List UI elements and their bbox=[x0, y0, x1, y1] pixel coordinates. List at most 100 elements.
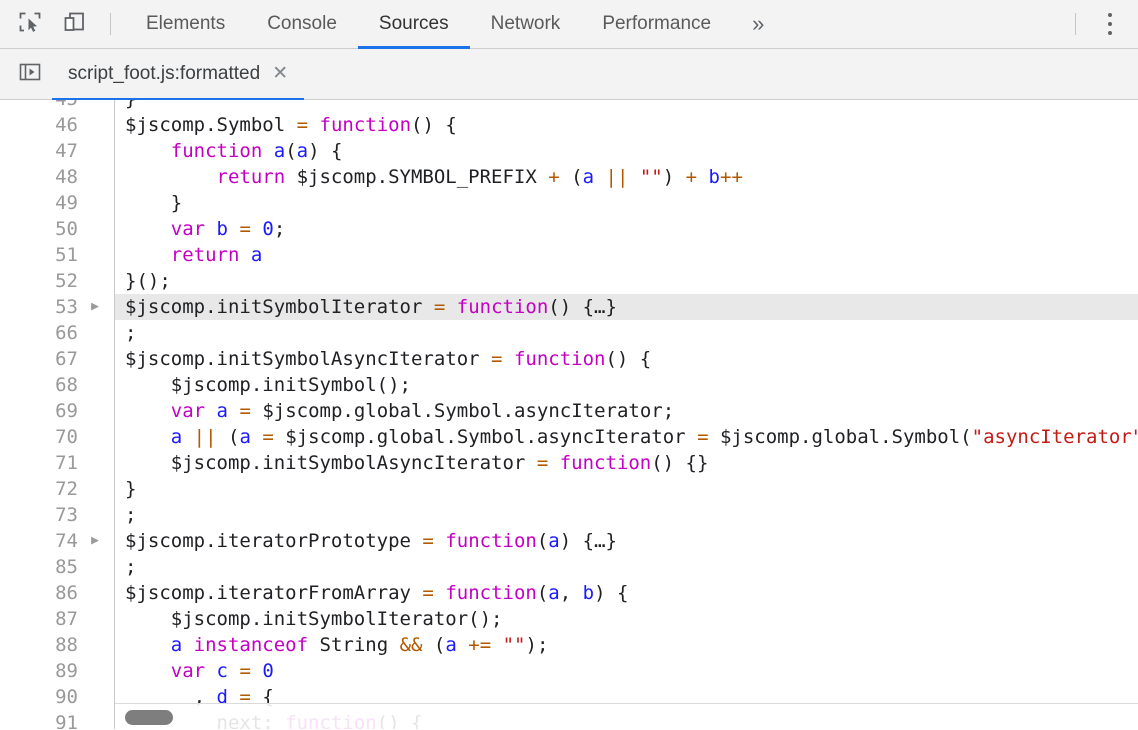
horizontal-scrollbar-thumb[interactable] bbox=[125, 710, 173, 725]
code-token: c bbox=[217, 660, 228, 682]
code-text: $jscomp.iteratorFromArray = function(a, … bbox=[114, 580, 1138, 606]
tab-sources[interactable]: Sources bbox=[358, 0, 470, 49]
code-line[interactable]: 72} bbox=[0, 476, 1138, 502]
line-gutter[interactable]: 87 bbox=[0, 606, 114, 632]
code-token bbox=[548, 452, 559, 474]
line-number: 87 bbox=[0, 606, 78, 632]
line-gutter[interactable]: 70 bbox=[0, 424, 114, 450]
code-text: $jscomp.Symbol = function() { bbox=[114, 112, 1138, 138]
device-toolbar-button[interactable] bbox=[52, 2, 96, 46]
code-text: a || (a = $jscomp.global.Symbol.asyncIte… bbox=[114, 424, 1138, 450]
code-token: () { bbox=[411, 114, 457, 136]
code-line[interactable]: 50 var b = 0; bbox=[0, 216, 1138, 242]
code-text: $jscomp.iteratorPrototype = function(a) … bbox=[114, 528, 1138, 554]
inspect-element-button[interactable] bbox=[8, 2, 52, 46]
code-line[interactable]: 53▶$jscomp.initSymbolIterator = function… bbox=[0, 294, 1138, 320]
code-text: return a bbox=[114, 242, 1138, 268]
code-line[interactable]: 52}(); bbox=[0, 268, 1138, 294]
code-line[interactable]: 89 var c = 0 bbox=[0, 658, 1138, 684]
line-gutter[interactable]: 69 bbox=[0, 398, 114, 424]
line-gutter[interactable]: 47 bbox=[0, 138, 114, 164]
code-token: function bbox=[514, 348, 606, 370]
line-gutter[interactable]: 72 bbox=[0, 476, 114, 502]
toolbar-divider-right bbox=[1075, 13, 1076, 35]
code-line[interactable]: 67$jscomp.initSymbolAsyncIterator = func… bbox=[0, 346, 1138, 372]
source-code-editor[interactable]: 45}46$jscomp.Symbol = function() {47 fun… bbox=[0, 100, 1138, 729]
code-token: ; bbox=[274, 218, 285, 240]
line-gutter[interactable]: 53▶ bbox=[0, 294, 114, 320]
horizontal-scrollbar[interactable] bbox=[115, 703, 1138, 729]
code-line[interactable]: 85; bbox=[0, 554, 1138, 580]
code-line[interactable]: 70 a || (a = $jscomp.global.Symbol.async… bbox=[0, 424, 1138, 450]
line-gutter[interactable]: 51 bbox=[0, 242, 114, 268]
code-token: a bbox=[217, 400, 228, 422]
line-gutter[interactable]: 49 bbox=[0, 190, 114, 216]
code-line[interactable]: 48 return $jscomp.SYMBOL_PREFIX + (a || … bbox=[0, 164, 1138, 190]
code-token: = bbox=[262, 426, 273, 448]
line-gutter[interactable]: 89 bbox=[0, 658, 114, 684]
code-line[interactable]: 68 $jscomp.initSymbol(); bbox=[0, 372, 1138, 398]
code-line[interactable]: 69 var a = $jscomp.global.Symbol.asyncIt… bbox=[0, 398, 1138, 424]
code-line[interactable]: 71 $jscomp.initSymbolAsyncIterator = fun… bbox=[0, 450, 1138, 476]
close-icon[interactable]: ✕ bbox=[272, 64, 288, 83]
code-token: a bbox=[274, 140, 285, 162]
code-token: , bbox=[560, 582, 583, 604]
line-number: 69 bbox=[0, 398, 78, 424]
line-number: 70 bbox=[0, 424, 78, 450]
line-number: 71 bbox=[0, 450, 78, 476]
code-token: return bbox=[171, 244, 240, 266]
code-line[interactable]: 51 return a bbox=[0, 242, 1138, 268]
tab-elements[interactable]: Elements bbox=[125, 0, 246, 49]
line-gutter[interactable]: 73 bbox=[0, 502, 114, 528]
line-number: 66 bbox=[0, 320, 78, 346]
line-gutter[interactable]: 90 bbox=[0, 684, 114, 710]
line-gutter[interactable]: 48 bbox=[0, 164, 114, 190]
code-token: = bbox=[434, 296, 445, 318]
line-gutter[interactable]: 46 bbox=[0, 112, 114, 138]
line-number: 86 bbox=[0, 580, 78, 606]
tab-performance[interactable]: Performance bbox=[581, 0, 732, 49]
show-navigator-button[interactable] bbox=[8, 49, 52, 99]
line-gutter[interactable]: 50 bbox=[0, 216, 114, 242]
code-line[interactable]: 45} bbox=[0, 100, 1138, 112]
code-line[interactable]: 87 $jscomp.initSymbolIterator(); bbox=[0, 606, 1138, 632]
line-gutter[interactable]: 85 bbox=[0, 554, 114, 580]
code-line[interactable]: 74▶$jscomp.iteratorPrototype = function(… bbox=[0, 528, 1138, 554]
expand-arrow-icon[interactable]: ▶ bbox=[78, 528, 112, 554]
file-tab-script-foot[interactable]: script_foot.js:formatted ✕ bbox=[52, 49, 304, 100]
code-line[interactable]: 66; bbox=[0, 320, 1138, 346]
code-token bbox=[434, 582, 445, 604]
line-gutter[interactable]: 68 bbox=[0, 372, 114, 398]
code-line[interactable]: 73; bbox=[0, 502, 1138, 528]
code-token: + bbox=[548, 166, 559, 188]
code-token: function bbox=[320, 114, 412, 136]
code-token: = bbox=[239, 218, 250, 240]
code-token: a bbox=[583, 166, 594, 188]
line-gutter[interactable]: 66 bbox=[0, 320, 114, 346]
tab-console[interactable]: Console bbox=[246, 0, 358, 49]
code-line[interactable]: 47 function a(a) { bbox=[0, 138, 1138, 164]
line-number: 88 bbox=[0, 632, 78, 658]
code-line[interactable]: 86 $jscomp.iteratorFromArray = function(a… bbox=[0, 580, 1138, 606]
toolbar-right-group bbox=[1061, 2, 1138, 46]
code-token: = bbox=[491, 348, 502, 370]
expand-arrow-icon[interactable]: ▶ bbox=[78, 294, 112, 320]
line-gutter[interactable]: 74▶ bbox=[0, 528, 114, 554]
toolbar-divider bbox=[110, 13, 111, 35]
main-menu-button[interactable] bbox=[1090, 2, 1130, 46]
line-gutter[interactable]: 67 bbox=[0, 346, 114, 372]
tab-network[interactable]: Network bbox=[470, 0, 582, 49]
code-line[interactable]: 46$jscomp.Symbol = function() { bbox=[0, 112, 1138, 138]
more-tabs-button[interactable]: » bbox=[732, 0, 784, 49]
line-number: 52 bbox=[0, 268, 78, 294]
code-line[interactable]: 88 a instanceof String && (a += ""); bbox=[0, 632, 1138, 658]
code-line[interactable]: 49 } bbox=[0, 190, 1138, 216]
line-gutter[interactable]: 88 bbox=[0, 632, 114, 658]
code-token: "asyncIterator" bbox=[972, 426, 1138, 448]
line-gutter[interactable]: 91 bbox=[0, 710, 114, 729]
line-gutter[interactable]: 45 bbox=[0, 100, 114, 112]
line-gutter[interactable]: 52 bbox=[0, 268, 114, 294]
line-gutter[interactable]: 86 bbox=[0, 580, 114, 606]
line-number: 89 bbox=[0, 658, 78, 684]
line-gutter[interactable]: 71 bbox=[0, 450, 114, 476]
